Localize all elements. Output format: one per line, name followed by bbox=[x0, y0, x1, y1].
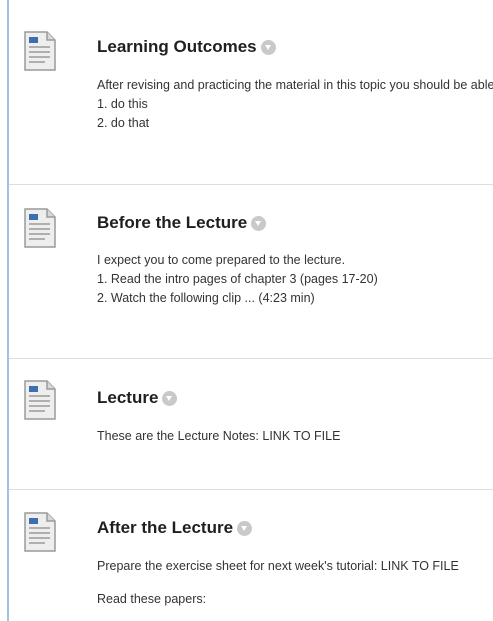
item-description: I expect you to come prepared to the lec… bbox=[97, 251, 378, 308]
description-line: Prepare the exercise sheet for next week… bbox=[97, 559, 459, 573]
content-item-before-the-lecture: Before the Lecture I expect you to come … bbox=[9, 185, 493, 359]
description-line: 2. do that bbox=[97, 116, 150, 130]
item-title-link[interactable]: Lecture bbox=[97, 388, 158, 408]
description-line: Read these papers: bbox=[97, 592, 207, 606]
document-icon[interactable] bbox=[23, 30, 57, 72]
item-options-chevron-icon[interactable] bbox=[251, 215, 267, 231]
description-line: I expect you to come prepared to the lec… bbox=[97, 253, 346, 267]
item-options-chevron-icon[interactable] bbox=[237, 520, 253, 536]
item-header: Lecture bbox=[97, 388, 178, 408]
content-item-after-the-lecture: After the Lecture Prepare the exercise s… bbox=[9, 490, 493, 621]
item-title-link[interactable]: Learning Outcomes bbox=[97, 37, 257, 57]
item-title-link[interactable]: After the Lecture bbox=[97, 518, 233, 538]
description-line: 1. Read the intro pages of chapter 3 (pa… bbox=[97, 272, 378, 286]
description-line: After revising and practicing the materi… bbox=[97, 78, 493, 92]
item-description: These are the Lecture Notes: LINK TO FIL… bbox=[97, 427, 340, 446]
content-item-learning-outcomes: Learning Outcomes After revising and pra… bbox=[9, 0, 493, 185]
description-line: 1. do this bbox=[97, 97, 148, 111]
item-options-chevron-icon[interactable] bbox=[162, 390, 178, 406]
document-icon[interactable] bbox=[23, 207, 57, 249]
item-options-chevron-icon[interactable] bbox=[260, 39, 276, 55]
item-header: After the Lecture bbox=[97, 518, 253, 538]
description-line: These are the Lecture Notes: LINK TO FIL… bbox=[97, 429, 341, 443]
content-area: Learning Outcomes After revising and pra… bbox=[0, 0, 493, 621]
item-title-link[interactable]: Before the Lecture bbox=[97, 213, 247, 233]
document-icon[interactable] bbox=[23, 511, 57, 553]
content-item-lecture: Lecture These are the Lecture Notes: LIN… bbox=[9, 359, 493, 490]
item-description: Prepare the exercise sheet for next week… bbox=[97, 557, 459, 609]
document-icon[interactable] bbox=[23, 379, 57, 421]
item-description: After revising and practicing the materi… bbox=[97, 76, 493, 133]
item-header: Learning Outcomes bbox=[97, 37, 276, 57]
description-line: 2. Watch the following clip ... (4:23 mi… bbox=[97, 291, 315, 305]
item-header: Before the Lecture bbox=[97, 213, 267, 233]
